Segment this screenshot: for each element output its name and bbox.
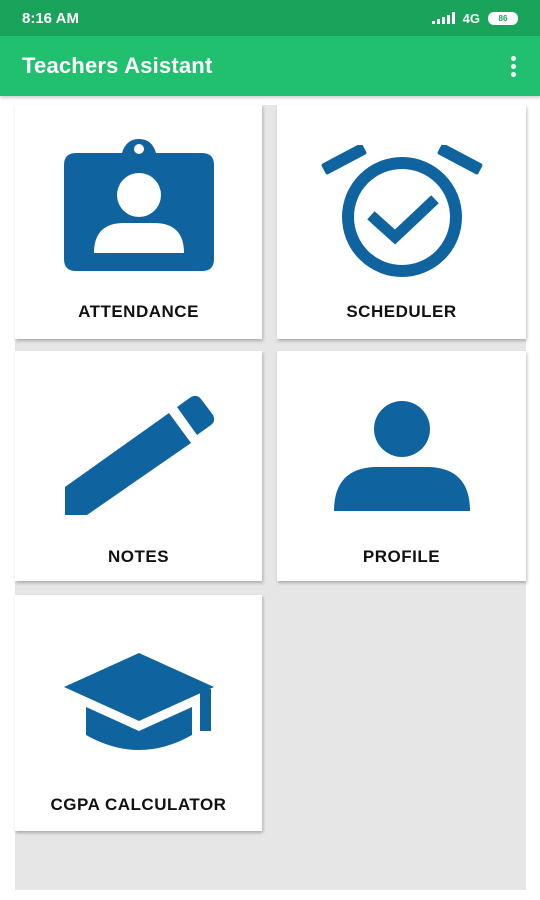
- tile-profile[interactable]: PROFILE: [277, 351, 526, 581]
- status-time: 8:16 AM: [22, 9, 79, 27]
- app-bar: Teachers Asistant: [0, 36, 540, 96]
- tile-cgpa-calculator[interactable]: CGPA CALCULATOR: [15, 595, 262, 831]
- status-indicators: 4G 86: [431, 10, 518, 26]
- person-icon: [277, 401, 526, 511]
- tile-label: SCHEDULER: [346, 302, 457, 321]
- pencil-icon: [15, 395, 262, 515]
- tile-scheduler[interactable]: SCHEDULER: [277, 105, 526, 339]
- graduation-cap-icon: [15, 653, 262, 753]
- battery-level: 86: [498, 13, 508, 23]
- dashboard-grid: ATTENDANCE SCHEDULER NOTES PROFILE CGPA …: [15, 105, 526, 890]
- status-bar: 8:16 AM 4G 86: [0, 0, 540, 36]
- app-title: Teachers Asistant: [22, 53, 213, 78]
- tile-attendance[interactable]: ATTENDANCE: [15, 105, 262, 339]
- network-type: 4G: [462, 10, 480, 26]
- more-vert-icon[interactable]: [507, 50, 520, 83]
- id-badge-icon: [15, 139, 262, 271]
- tile-label: PROFILE: [362, 547, 441, 566]
- battery-icon: 86: [488, 11, 518, 25]
- tile-label: NOTES: [107, 547, 170, 566]
- signal-icon: [431, 12, 455, 24]
- tile-label: ATTENDANCE: [78, 302, 199, 321]
- alarm-check-icon: [277, 145, 526, 277]
- tile-label: CGPA CALCULATOR: [50, 795, 227, 814]
- tile-notes[interactable]: NOTES: [15, 351, 262, 581]
